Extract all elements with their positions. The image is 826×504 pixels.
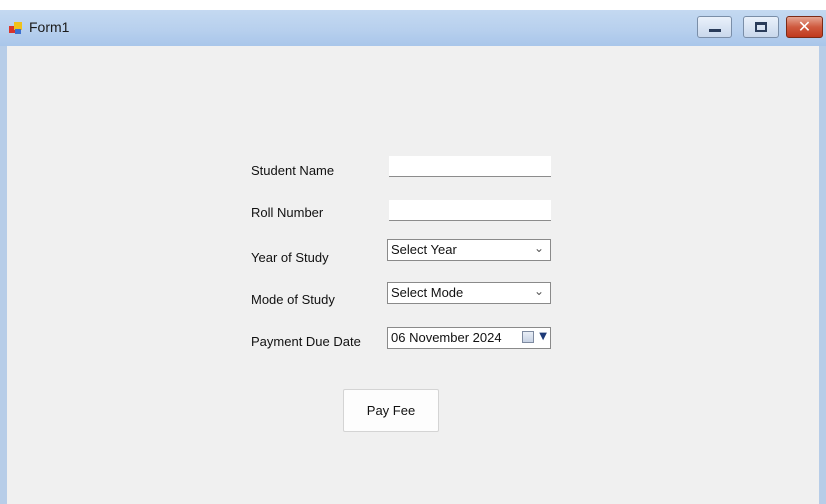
close-button[interactable]: ✕	[786, 16, 823, 38]
year-of-study-select[interactable]: Select Year ⌄	[387, 239, 551, 261]
payment-due-date-picker[interactable]: 06 November 2024 ▼	[387, 327, 551, 349]
roll-number-label: Roll Number	[251, 205, 324, 220]
calendar-icon[interactable]	[522, 331, 534, 343]
mode-of-study-select[interactable]: Select Mode ⌄	[387, 282, 551, 304]
window-border-left	[0, 46, 7, 504]
window-border-right	[819, 46, 826, 504]
year-of-study-value: Select Year	[391, 242, 457, 257]
mode-of-study-value: Select Mode	[391, 285, 464, 300]
chevron-down-icon: ⌄	[533, 284, 544, 298]
chevron-down-icon: ⌄	[533, 241, 544, 255]
payment-due-date-label: Payment Due Date	[251, 334, 361, 349]
pay-fee-button[interactable]: Pay Fee	[343, 389, 439, 432]
year-of-study-label: Year of Study	[251, 250, 329, 265]
window-title: Form1	[29, 19, 70, 35]
title-bar[interactable]: Form1 ✕	[0, 10, 826, 47]
minimize-button[interactable]	[697, 16, 732, 38]
maximize-button[interactable]	[743, 16, 779, 38]
student-name-input[interactable]	[389, 156, 551, 177]
student-name-label: Student Name	[251, 163, 335, 178]
app-window: Form1 ✕ Student Name Roll Number Year of…	[0, 0, 826, 504]
app-icon	[9, 22, 22, 34]
minimize-icon	[709, 29, 721, 32]
close-icon: ✕	[797, 17, 812, 36]
maximize-icon	[755, 22, 767, 32]
dropdown-arrow-icon[interactable]: ▼	[539, 331, 547, 342]
mode-of-study-label: Mode of Study	[251, 292, 335, 307]
form-client-area: Student Name Roll Number Year of Study S…	[7, 46, 819, 504]
roll-number-input[interactable]	[389, 200, 551, 221]
payment-due-date-value: 06 November 2024	[391, 330, 502, 345]
